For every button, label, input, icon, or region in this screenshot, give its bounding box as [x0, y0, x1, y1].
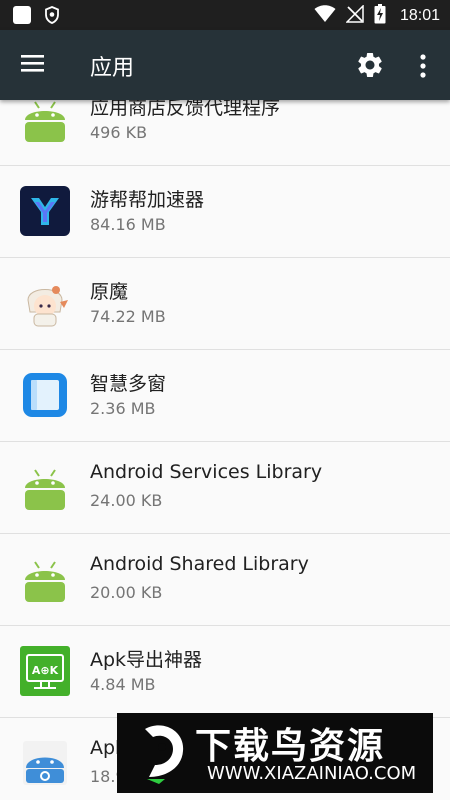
page-title: 应用	[90, 56, 135, 81]
app-size: 24.00 KB	[90, 491, 163, 510]
app-size: 84.16 MB	[90, 215, 166, 234]
app-size: 74.22 MB	[90, 307, 166, 326]
battery-charging-icon	[374, 4, 386, 28]
app-list-item[interactable]: Android Services Library 24.00 KB	[0, 442, 450, 534]
android-robot-icon	[20, 462, 70, 512]
more-vert-icon	[420, 54, 426, 78]
svg-text:A⊕K: A⊕K	[32, 664, 59, 677]
app-list: 应用商店反馈代理程序 496 KB 游帮帮加速器 84.16 MB 原魔 74.…	[0, 100, 450, 800]
app-list-item[interactable]: 应用商店反馈代理程序 496 KB	[0, 100, 450, 166]
app-name: 智慧多窗	[90, 373, 167, 395]
watermark-title: 下载鸟资源	[195, 726, 386, 767]
app-name: 原魔	[90, 281, 129, 303]
app-name: 游帮帮加速器	[90, 189, 205, 211]
bird-logo-icon	[135, 721, 195, 785]
app-size: 4.84 MB	[90, 675, 156, 694]
menu-button[interactable]	[20, 52, 50, 78]
android-robot-icon	[20, 554, 70, 604]
app-name: Android Shared Library	[90, 553, 309, 575]
app-size: 20.00 KB	[90, 583, 163, 602]
settings-gear-icon	[358, 52, 382, 77]
watermark-banner: 下载鸟资源 WWW.XIAZAINIAO.COM	[117, 713, 433, 793]
android-settings-icon	[20, 738, 70, 788]
anime-character-icon	[20, 278, 70, 328]
app-list-item[interactable]: 智慧多窗 2.36 MB	[0, 350, 450, 442]
youbangbang-logo-icon	[20, 186, 70, 236]
app-list-item[interactable]: A⊕K Apk导出神器 4.84 MB	[0, 626, 450, 718]
status-time: 18:01	[399, 7, 440, 24]
shield-icon	[44, 6, 60, 28]
watermark-url: WWW.XIAZAINIAO.COM	[207, 763, 417, 784]
app-list-item[interactable]: 游帮帮加速器 84.16 MB	[0, 166, 450, 258]
app-list-item[interactable]: Android Shared Library 20.00 KB	[0, 534, 450, 626]
status-bar: 18:01	[0, 0, 450, 30]
multiwindow-icon	[20, 370, 70, 420]
app-size: 2.36 MB	[90, 399, 156, 418]
settings-button[interactable]	[355, 50, 385, 80]
apk-export-icon: A⊕K	[20, 646, 70, 696]
more-options-button[interactable]	[411, 51, 435, 81]
app-name: Android Services Library	[90, 461, 323, 483]
app-name: 应用商店反馈代理程序	[90, 100, 281, 119]
android-robot-icon	[20, 100, 70, 144]
wifi-icon	[314, 5, 336, 27]
app-list-item[interactable]: 原魔 74.22 MB	[0, 258, 450, 350]
app-bar: 应用	[0, 30, 450, 100]
no-sim-icon	[345, 4, 364, 27]
app-size: 496 KB	[90, 123, 148, 142]
menu-icon	[21, 55, 44, 72]
app-name: Apk导出神器	[90, 649, 203, 671]
notification-square-icon	[12, 5, 32, 29]
